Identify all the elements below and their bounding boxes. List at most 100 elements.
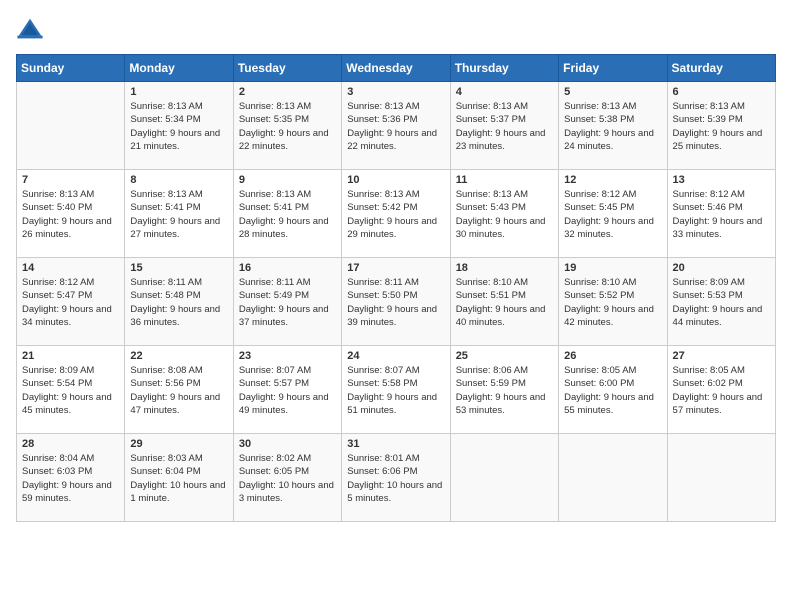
day-number: 18 (456, 262, 553, 274)
day-info: Sunrise: 8:04 AMSunset: 6:03 PMDaylight:… (22, 452, 119, 505)
day-info: Sunrise: 8:07 AMSunset: 5:57 PMDaylight:… (239, 364, 336, 417)
day-number: 2 (239, 86, 336, 98)
day-number: 19 (564, 262, 661, 274)
day-number: 8 (130, 174, 227, 186)
header (16, 16, 776, 44)
calendar-cell: 19 Sunrise: 8:10 AMSunset: 5:52 PMDaylig… (559, 258, 667, 346)
day-number: 7 (22, 174, 119, 186)
day-number: 30 (239, 438, 336, 450)
calendar-cell: 18 Sunrise: 8:10 AMSunset: 5:51 PMDaylig… (450, 258, 558, 346)
day-number: 5 (564, 86, 661, 98)
day-info: Sunrise: 8:13 AMSunset: 5:35 PMDaylight:… (239, 100, 336, 153)
day-info: Sunrise: 8:12 AMSunset: 5:45 PMDaylight:… (564, 188, 661, 241)
day-info: Sunrise: 8:13 AMSunset: 5:41 PMDaylight:… (239, 188, 336, 241)
calendar-cell: 8 Sunrise: 8:13 AMSunset: 5:41 PMDayligh… (125, 170, 233, 258)
day-info: Sunrise: 8:05 AMSunset: 6:00 PMDaylight:… (564, 364, 661, 417)
day-info: Sunrise: 8:07 AMSunset: 5:58 PMDaylight:… (347, 364, 444, 417)
day-number: 1 (130, 86, 227, 98)
logo-icon (16, 16, 44, 44)
calendar-table: SundayMondayTuesdayWednesdayThursdayFrid… (16, 54, 776, 522)
day-info: Sunrise: 8:09 AMSunset: 5:53 PMDaylight:… (673, 276, 770, 329)
day-info: Sunrise: 8:13 AMSunset: 5:37 PMDaylight:… (456, 100, 553, 153)
day-number: 15 (130, 262, 227, 274)
day-number: 22 (130, 350, 227, 362)
day-info: Sunrise: 8:06 AMSunset: 5:59 PMDaylight:… (456, 364, 553, 417)
day-number: 23 (239, 350, 336, 362)
week-row-1: 1 Sunrise: 8:13 AMSunset: 5:34 PMDayligh… (17, 82, 776, 170)
logo (16, 16, 48, 44)
day-number: 13 (673, 174, 770, 186)
day-number: 25 (456, 350, 553, 362)
day-info: Sunrise: 8:02 AMSunset: 6:05 PMDaylight:… (239, 452, 336, 505)
day-number: 20 (673, 262, 770, 274)
day-info: Sunrise: 8:10 AMSunset: 5:51 PMDaylight:… (456, 276, 553, 329)
calendar-cell: 2 Sunrise: 8:13 AMSunset: 5:35 PMDayligh… (233, 82, 341, 170)
week-row-5: 28 Sunrise: 8:04 AMSunset: 6:03 PMDaylig… (17, 434, 776, 522)
calendar-cell: 6 Sunrise: 8:13 AMSunset: 5:39 PMDayligh… (667, 82, 775, 170)
calendar-cell: 25 Sunrise: 8:06 AMSunset: 5:59 PMDaylig… (450, 346, 558, 434)
calendar-cell: 22 Sunrise: 8:08 AMSunset: 5:56 PMDaylig… (125, 346, 233, 434)
day-info: Sunrise: 8:11 AMSunset: 5:49 PMDaylight:… (239, 276, 336, 329)
calendar-cell: 12 Sunrise: 8:12 AMSunset: 5:45 PMDaylig… (559, 170, 667, 258)
calendar-cell: 28 Sunrise: 8:04 AMSunset: 6:03 PMDaylig… (17, 434, 125, 522)
calendar-cell (450, 434, 558, 522)
calendar-cell: 16 Sunrise: 8:11 AMSunset: 5:49 PMDaylig… (233, 258, 341, 346)
page: SundayMondayTuesdayWednesdayThursdayFrid… (0, 0, 792, 612)
calendar-cell: 17 Sunrise: 8:11 AMSunset: 5:50 PMDaylig… (342, 258, 450, 346)
calendar-cell: 7 Sunrise: 8:13 AMSunset: 5:40 PMDayligh… (17, 170, 125, 258)
calendar-cell: 15 Sunrise: 8:11 AMSunset: 5:48 PMDaylig… (125, 258, 233, 346)
weekday-header-monday: Monday (125, 55, 233, 82)
day-info: Sunrise: 8:13 AMSunset: 5:40 PMDaylight:… (22, 188, 119, 241)
weekday-header-thursday: Thursday (450, 55, 558, 82)
calendar-cell: 30 Sunrise: 8:02 AMSunset: 6:05 PMDaylig… (233, 434, 341, 522)
day-info: Sunrise: 8:13 AMSunset: 5:43 PMDaylight:… (456, 188, 553, 241)
day-info: Sunrise: 8:10 AMSunset: 5:52 PMDaylight:… (564, 276, 661, 329)
weekday-header-friday: Friday (559, 55, 667, 82)
day-number: 17 (347, 262, 444, 274)
week-row-2: 7 Sunrise: 8:13 AMSunset: 5:40 PMDayligh… (17, 170, 776, 258)
calendar-cell (17, 82, 125, 170)
calendar-cell: 10 Sunrise: 8:13 AMSunset: 5:42 PMDaylig… (342, 170, 450, 258)
calendar-cell: 26 Sunrise: 8:05 AMSunset: 6:00 PMDaylig… (559, 346, 667, 434)
day-number: 26 (564, 350, 661, 362)
calendar-cell: 21 Sunrise: 8:09 AMSunset: 5:54 PMDaylig… (17, 346, 125, 434)
calendar-cell: 27 Sunrise: 8:05 AMSunset: 6:02 PMDaylig… (667, 346, 775, 434)
day-info: Sunrise: 8:13 AMSunset: 5:36 PMDaylight:… (347, 100, 444, 153)
day-info: Sunrise: 8:03 AMSunset: 6:04 PMDaylight:… (130, 452, 227, 505)
calendar-cell: 5 Sunrise: 8:13 AMSunset: 5:38 PMDayligh… (559, 82, 667, 170)
calendar-cell: 4 Sunrise: 8:13 AMSunset: 5:37 PMDayligh… (450, 82, 558, 170)
day-info: Sunrise: 8:13 AMSunset: 5:34 PMDaylight:… (130, 100, 227, 153)
day-number: 29 (130, 438, 227, 450)
day-number: 31 (347, 438, 444, 450)
calendar-cell: 29 Sunrise: 8:03 AMSunset: 6:04 PMDaylig… (125, 434, 233, 522)
calendar-cell: 23 Sunrise: 8:07 AMSunset: 5:57 PMDaylig… (233, 346, 341, 434)
day-info: Sunrise: 8:01 AMSunset: 6:06 PMDaylight:… (347, 452, 444, 505)
day-number: 10 (347, 174, 444, 186)
day-number: 21 (22, 350, 119, 362)
day-number: 14 (22, 262, 119, 274)
calendar-cell: 13 Sunrise: 8:12 AMSunset: 5:46 PMDaylig… (667, 170, 775, 258)
day-info: Sunrise: 8:08 AMSunset: 5:56 PMDaylight:… (130, 364, 227, 417)
day-number: 24 (347, 350, 444, 362)
day-info: Sunrise: 8:12 AMSunset: 5:47 PMDaylight:… (22, 276, 119, 329)
day-number: 11 (456, 174, 553, 186)
weekday-header-row: SundayMondayTuesdayWednesdayThursdayFrid… (17, 55, 776, 82)
day-info: Sunrise: 8:13 AMSunset: 5:38 PMDaylight:… (564, 100, 661, 153)
weekday-header-tuesday: Tuesday (233, 55, 341, 82)
calendar-cell: 1 Sunrise: 8:13 AMSunset: 5:34 PMDayligh… (125, 82, 233, 170)
day-number: 27 (673, 350, 770, 362)
day-info: Sunrise: 8:12 AMSunset: 5:46 PMDaylight:… (673, 188, 770, 241)
day-info: Sunrise: 8:11 AMSunset: 5:50 PMDaylight:… (347, 276, 444, 329)
calendar-cell: 3 Sunrise: 8:13 AMSunset: 5:36 PMDayligh… (342, 82, 450, 170)
day-number: 28 (22, 438, 119, 450)
weekday-header-wednesday: Wednesday (342, 55, 450, 82)
calendar-cell: 20 Sunrise: 8:09 AMSunset: 5:53 PMDaylig… (667, 258, 775, 346)
calendar-cell: 9 Sunrise: 8:13 AMSunset: 5:41 PMDayligh… (233, 170, 341, 258)
day-info: Sunrise: 8:11 AMSunset: 5:48 PMDaylight:… (130, 276, 227, 329)
day-info: Sunrise: 8:13 AMSunset: 5:42 PMDaylight:… (347, 188, 444, 241)
day-info: Sunrise: 8:05 AMSunset: 6:02 PMDaylight:… (673, 364, 770, 417)
week-row-4: 21 Sunrise: 8:09 AMSunset: 5:54 PMDaylig… (17, 346, 776, 434)
calendar-cell (559, 434, 667, 522)
calendar-cell: 11 Sunrise: 8:13 AMSunset: 5:43 PMDaylig… (450, 170, 558, 258)
calendar-cell (667, 434, 775, 522)
